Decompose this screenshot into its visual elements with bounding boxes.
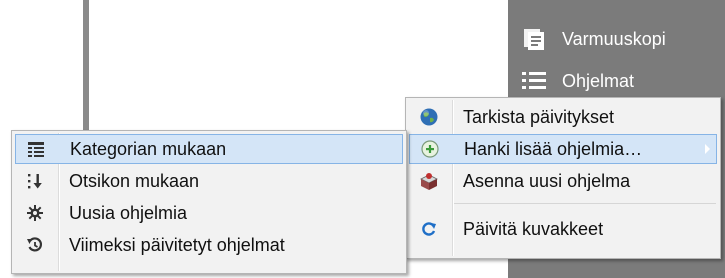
- background-divider: [83, 0, 89, 150]
- panel-item-label: Varmuuskopi: [562, 28, 666, 49]
- submenu-item-recently-updated[interactable]: Viimeksi päivitetyt ohjelmat: [15, 230, 403, 260]
- submenu: Kategorian mukaan Otsikon mukaan Uusia o…: [11, 130, 407, 274]
- add-circle-icon: [410, 134, 450, 164]
- list-icon: [516, 70, 552, 92]
- submenu-item-by-category[interactable]: Kategorian mukaan: [15, 134, 403, 164]
- menu-item-get-more-programs[interactable]: Hanki lisää ohjelmia…: [409, 134, 717, 164]
- category-list-icon: [16, 134, 56, 164]
- panel-item-programs[interactable]: Ohjelmat: [516, 64, 634, 98]
- backup-icon: [516, 27, 552, 51]
- sort-down-icon: [15, 166, 55, 196]
- menu-item-label: Uusia ohjelmia: [69, 202, 188, 223]
- panel-item-label: Ohjelmat: [562, 70, 635, 91]
- sun-icon: [15, 198, 55, 228]
- menu-item-label: Päivitä kuvakkeet: [463, 218, 604, 239]
- menu-item-install-program[interactable]: Asenna uusi ohjelma: [409, 166, 717, 196]
- menu-item-label: Viimeksi päivitetyt ohjelmat: [69, 234, 285, 255]
- menu-item-label: Tarkista päivitykset: [463, 106, 615, 127]
- panel-item-backup[interactable]: Varmuuskopi: [516, 22, 666, 56]
- menu-separator: [454, 203, 716, 204]
- menu-item-label: Otsikon mukaan: [69, 170, 200, 191]
- context-menu: Tarkista päivitykset Hanki lisää ohjelmi…: [405, 97, 721, 259]
- submenu-item-new-programs[interactable]: Uusia ohjelmia: [15, 198, 403, 228]
- menu-item-label: Asenna uusi ohjelma: [463, 170, 631, 191]
- history-icon: [15, 230, 55, 260]
- submenu-arrow-icon: [705, 144, 710, 154]
- menu-item-check-updates[interactable]: Tarkista päivitykset: [409, 102, 717, 132]
- menu-item-refresh-icons[interactable]: Päivitä kuvakkeet: [409, 214, 717, 244]
- install-box-icon: [409, 166, 449, 196]
- menu-item-label: Kategorian mukaan: [70, 138, 227, 159]
- menu-item-label: Hanki lisää ohjelmia…: [464, 138, 643, 159]
- refresh-icon: [409, 214, 449, 244]
- submenu-item-by-title[interactable]: Otsikon mukaan: [15, 166, 403, 196]
- globe-icon: [409, 102, 449, 132]
